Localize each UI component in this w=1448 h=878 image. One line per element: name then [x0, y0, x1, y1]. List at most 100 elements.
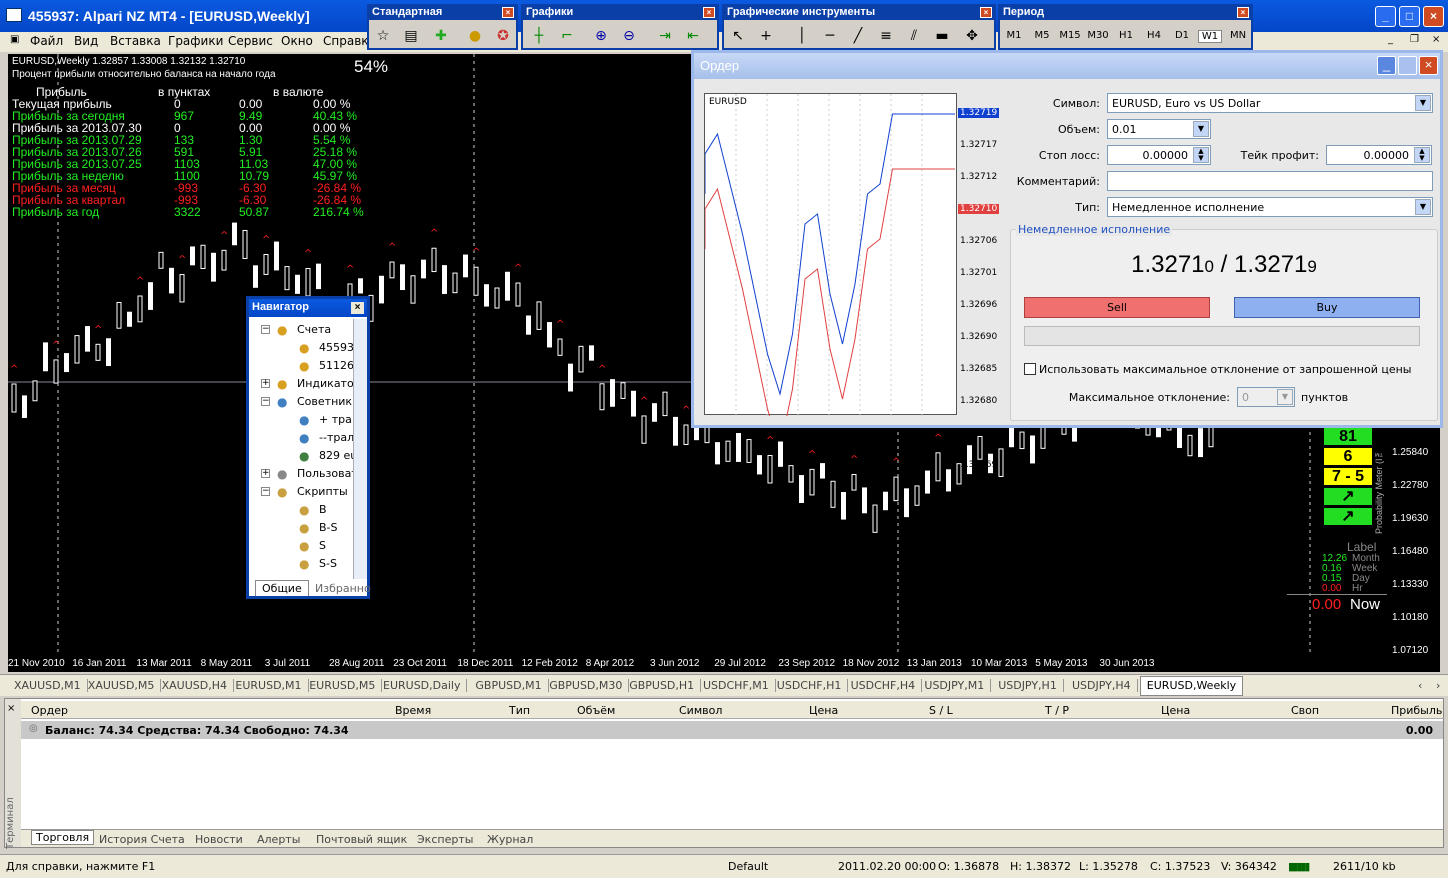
period-h4[interactable]: H4	[1142, 30, 1166, 41]
column-header[interactable]: Прибыль	[1391, 704, 1442, 717]
menu-file[interactable]: Файл	[30, 34, 63, 48]
navigator-item[interactable]: 45593	[319, 341, 354, 354]
horizontal-line-icon[interactable]: ─	[820, 26, 840, 46]
period-w1[interactable]: W1	[1198, 30, 1222, 43]
period-m30[interactable]: M30	[1086, 30, 1110, 41]
tree-expander-icon[interactable]: −	[261, 397, 270, 406]
navigator-item[interactable]: Счета	[297, 323, 331, 336]
terminal-tab[interactable]: Торговля	[31, 830, 95, 845]
chevron-down-icon[interactable]: ▼	[1415, 95, 1431, 111]
stepper-icon[interactable]: ▲ ▼	[1193, 147, 1209, 163]
column-header[interactable]: Время	[395, 704, 431, 717]
column-header[interactable]: Цена	[1161, 704, 1190, 717]
navigator-item[interactable]: Скрипты	[297, 485, 348, 498]
navigator-item[interactable]: Пользоват	[297, 467, 358, 480]
chart-tab[interactable]: GBPUSD,H1	[623, 679, 702, 692]
navigator-item[interactable]: S-S	[319, 557, 337, 570]
toolbar-close-icon[interactable]: ×	[980, 7, 992, 18]
terminal-tab[interactable]: История Счета	[99, 833, 185, 846]
navigator-item[interactable]: B-S	[319, 521, 338, 534]
chevron-down-icon[interactable]: ▼	[1415, 199, 1431, 215]
navigator-item[interactable]: S	[319, 539, 326, 552]
order-close-button[interactable]: ×	[1419, 56, 1438, 75]
tab-scroll-left-icon[interactable]: ‹	[1412, 679, 1428, 692]
navigator-item[interactable]: Советники	[297, 395, 359, 408]
alert-icon[interactable]: ●	[465, 26, 485, 46]
menu-insert[interactable]: Вставка	[110, 34, 161, 48]
chevron-down-icon[interactable]: ▼	[1193, 121, 1209, 137]
chevron-down-icon[interactable]: ▼	[1277, 389, 1293, 405]
chart-tab[interactable]: EURUSD,Daily	[377, 679, 468, 692]
mdi-restore-icon[interactable]: ❐	[1410, 34, 1419, 45]
cursor-icon[interactable]: ↖	[728, 26, 748, 46]
profiles-icon[interactable]: ▤	[401, 26, 421, 46]
navigator-scrollbar[interactable]	[353, 319, 367, 579]
volume-select[interactable]: 0.01 ▼	[1107, 119, 1211, 139]
navigator-close-icon[interactable]: ×	[351, 302, 364, 314]
navigator-item[interactable]: 51126	[319, 359, 354, 372]
period-m5[interactable]: M5	[1030, 30, 1054, 41]
deviation-checkbox[interactable]	[1024, 363, 1036, 375]
toolbar-close-icon[interactable]: ×	[1237, 7, 1249, 18]
chart-tab[interactable]: GBPUSD,M30	[543, 679, 630, 692]
chart-tab[interactable]: USDJPY,M1	[918, 679, 992, 692]
market-watch-icon[interactable]: ✚	[431, 26, 451, 46]
chart-tab[interactable]: XAUUSD,M1	[8, 679, 88, 692]
period-mn[interactable]: MN	[1226, 30, 1250, 41]
column-header[interactable]: Своп	[1291, 704, 1319, 717]
terminal-tab[interactable]: Журнал	[487, 833, 533, 846]
menu-charts[interactable]: Графики	[168, 34, 223, 48]
navigator-tab-favorites[interactable]: Избранно	[315, 582, 371, 595]
period-h1[interactable]: H1	[1114, 30, 1138, 41]
tree-expander-icon[interactable]: −	[261, 325, 270, 334]
column-header[interactable]: S / L	[929, 704, 953, 717]
autoscroll-icon[interactable]: ⇥	[655, 26, 675, 46]
order-minimize-button[interactable]: _	[1377, 56, 1396, 75]
deviation-select[interactable]: 0 ▼	[1237, 387, 1295, 407]
column-header[interactable]: Тип	[509, 704, 530, 717]
terminal-tab[interactable]: Новости	[195, 833, 243, 846]
navigator-item[interactable]: + тра	[319, 413, 352, 426]
rectangle-icon[interactable]: ▬	[932, 26, 952, 46]
channel-icon[interactable]: ⫽	[904, 26, 924, 46]
comment-input[interactable]	[1107, 171, 1433, 191]
column-header[interactable]: T / P	[1045, 704, 1069, 717]
arrows-icon[interactable]: ✥	[962, 26, 982, 46]
chart-tab[interactable]: EURUSD,M1	[229, 679, 309, 692]
chart-tab[interactable]: USDCHF,H4	[845, 679, 923, 692]
menu-window[interactable]: Окно	[281, 34, 313, 48]
chart-tab[interactable]: USDJPY,H1	[992, 679, 1064, 692]
navigator-item[interactable]: Индикатор	[297, 377, 361, 390]
mdi-close-icon[interactable]: ×	[1432, 34, 1440, 45]
navigator-item[interactable]: --трал	[319, 431, 354, 444]
buy-button[interactable]: Buy	[1234, 297, 1420, 318]
expert-advisors-icon[interactable]: ✪	[493, 26, 513, 46]
period-m15[interactable]: M15	[1058, 30, 1082, 41]
minimize-button[interactable]: _	[1375, 6, 1396, 27]
take-profit-input[interactable]: 0.00000 ▲ ▼	[1326, 145, 1432, 165]
terminal-tab[interactable]: Почтовый ящик	[316, 833, 407, 846]
menu-view[interactable]: Вид	[74, 34, 98, 48]
order-maximize-button[interactable]	[1398, 56, 1417, 75]
balance-row[interactable]: ◎ Баланс: 74.34 Средства: 74.34 Свободно…	[21, 721, 1443, 739]
navigator-item[interactable]: 829 eu	[319, 449, 357, 462]
column-header[interactable]: Ордер	[31, 704, 68, 717]
stepper-icon[interactable]: ▲ ▼	[1414, 147, 1430, 163]
zoom-in-icon[interactable]: ⊕	[591, 26, 611, 46]
bar-chart-icon[interactable]: ┼	[529, 26, 549, 46]
trendline-icon[interactable]: ╱	[848, 26, 868, 46]
mdi-minimize-icon[interactable]: _	[1388, 34, 1393, 45]
tree-expander-icon[interactable]: +	[261, 379, 270, 388]
chart-tab[interactable]: EURUSD,M5	[303, 679, 383, 692]
toolbar-close-icon[interactable]: ×	[502, 7, 514, 18]
chart-tab[interactable]: XAUUSD,M5	[82, 679, 162, 692]
tree-expander-icon[interactable]: −	[261, 487, 270, 496]
chart-shift-icon[interactable]: ⇤	[683, 26, 703, 46]
sell-button[interactable]: Sell	[1024, 297, 1210, 318]
chart-tab[interactable]: USDCHF,H1	[771, 679, 849, 692]
chart-tab[interactable]: XAUUSD,H4	[156, 679, 234, 692]
vertical-line-icon[interactable]: │	[792, 26, 812, 46]
zoom-out-icon[interactable]: ⊖	[619, 26, 639, 46]
chart-tab[interactable]: USDJPY,H4	[1066, 679, 1138, 692]
new-chart-icon[interactable]: ☆	[373, 26, 393, 46]
